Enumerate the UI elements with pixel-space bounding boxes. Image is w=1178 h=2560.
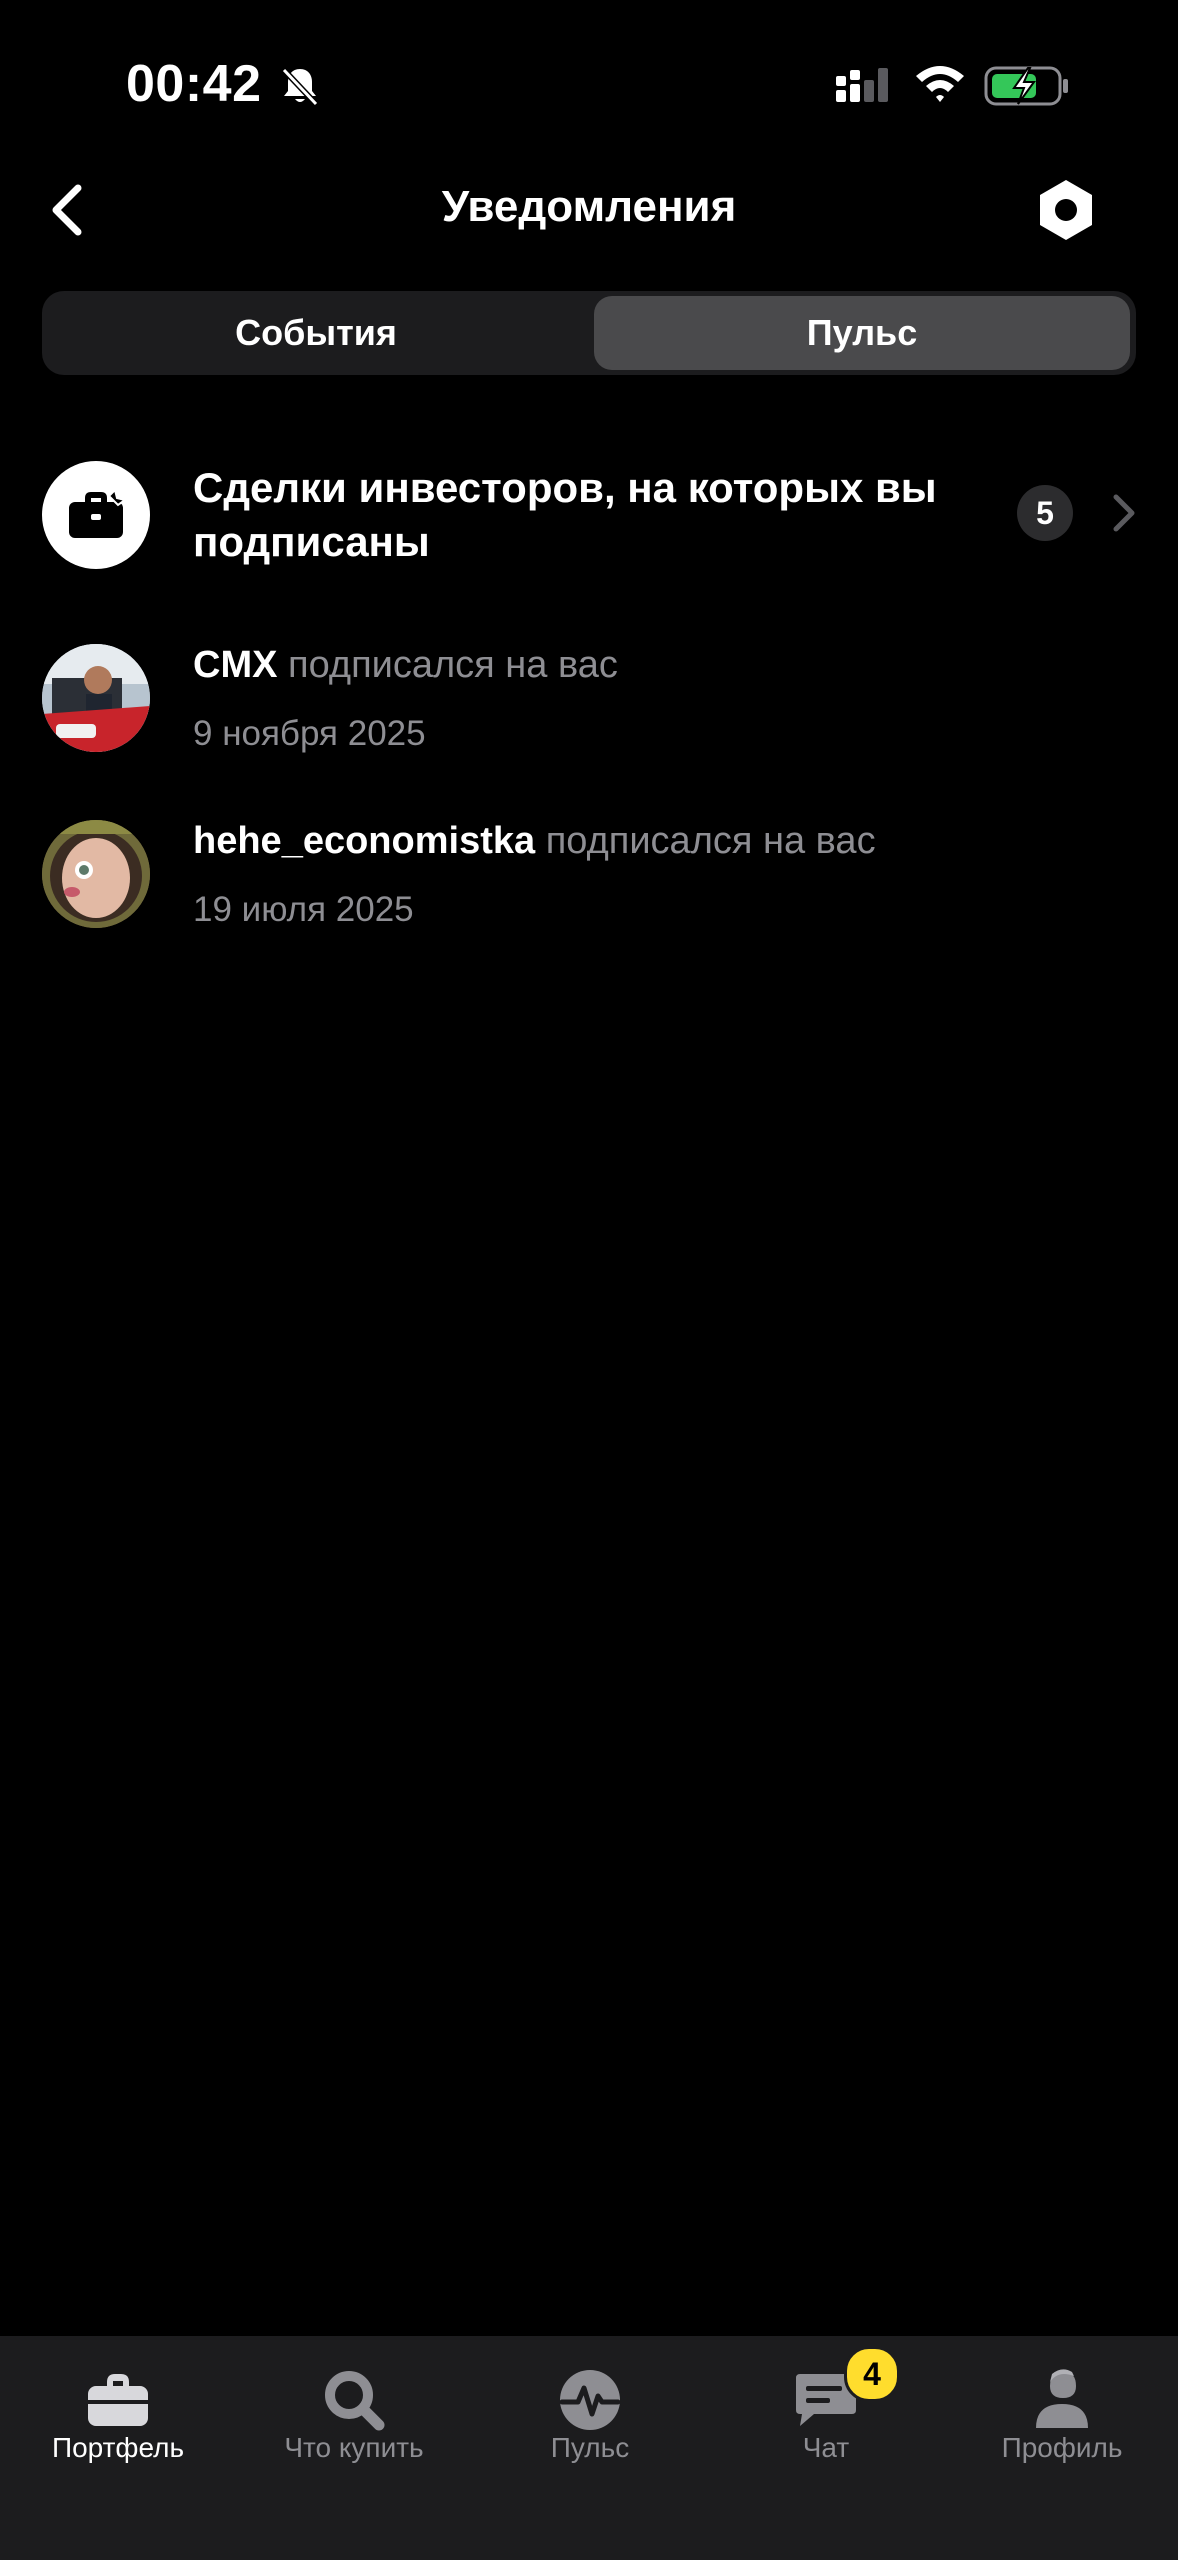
search-icon [325, 2371, 385, 2431]
signal-icon [836, 68, 888, 102]
user-photo-avatar [42, 644, 150, 752]
tab-label: Профиль [1001, 2432, 1123, 2463]
user-photo-avatar [42, 820, 150, 928]
tab-what-to-buy[interactable]: Что купить [236, 2336, 472, 2486]
wifi-icon [916, 66, 964, 102]
tab-profile[interactable]: Профиль [944, 2336, 1178, 2486]
notification-username[interactable]: CMX [193, 644, 277, 686]
briefcase-icon [88, 2374, 148, 2426]
chevron-right-icon [1113, 494, 1135, 532]
deals-count-badge: 5 [1017, 485, 1073, 541]
tab-label: Чат [802, 2432, 850, 2463]
tab-label: Что купить [284, 2432, 424, 2463]
deals-list-item[interactable]: Сделки инвесторов, на которых вы подписа… [0, 461, 1178, 571]
briefcase-icon [69, 488, 127, 538]
chat-unread-badge: 4 [844, 2346, 900, 2402]
battery-charging-icon [984, 66, 1068, 106]
tab-events[interactable]: События [48, 296, 584, 370]
profile-icon [1036, 2369, 1088, 2428]
notification-text: hehe_economistka подписался на вас [193, 820, 876, 863]
pulse-icon [559, 2370, 621, 2430]
tab-portfolio[interactable]: Портфель [0, 2336, 236, 2486]
notification-text: CMX подписался на вас [193, 644, 618, 687]
tab-label: Портфель [51, 2432, 185, 2463]
status-bar: 00:42 [0, 0, 1178, 170]
deals-title: Сделки инвесторов, на которых вы подписа… [193, 464, 937, 565]
status-time: 00:42 [126, 55, 262, 113]
deals-avatar [42, 461, 150, 569]
hexagon-gear-icon [1040, 180, 1092, 240]
notification-username[interactable]: hehe_economistka [193, 820, 535, 862]
page-title: Уведомления [441, 182, 737, 231]
settings-button[interactable] [1030, 174, 1102, 246]
tab-chat[interactable]: 4 Чат [708, 2336, 944, 2486]
tab-pulse[interactable]: Пульс [472, 2336, 708, 2486]
notification-date: 9 ноября 2025 [193, 714, 426, 753]
bottom-tab-bar: Портфель Что купить Пульс 4 Чат Профиль [0, 2336, 1178, 2560]
bell-off-icon [281, 67, 319, 107]
notification-item[interactable]: CMX подписался на вас 9 ноября 2025 [0, 644, 1178, 764]
notification-item[interactable]: hehe_economistka подписался на вас 19 ию… [0, 820, 1178, 940]
tab-label: Пульс [550, 2432, 630, 2463]
tab-pulse[interactable]: Пульс [594, 296, 1130, 370]
navigation-bar: Уведомления [0, 170, 1178, 280]
avatar[interactable] [42, 820, 150, 928]
avatar[interactable] [42, 644, 150, 752]
notification-action: подписался на вас [288, 644, 618, 686]
notification-action: подписался на вас [545, 820, 876, 862]
segmented-control: События Пульс [42, 291, 1136, 375]
notification-date: 19 июля 2025 [193, 890, 414, 929]
